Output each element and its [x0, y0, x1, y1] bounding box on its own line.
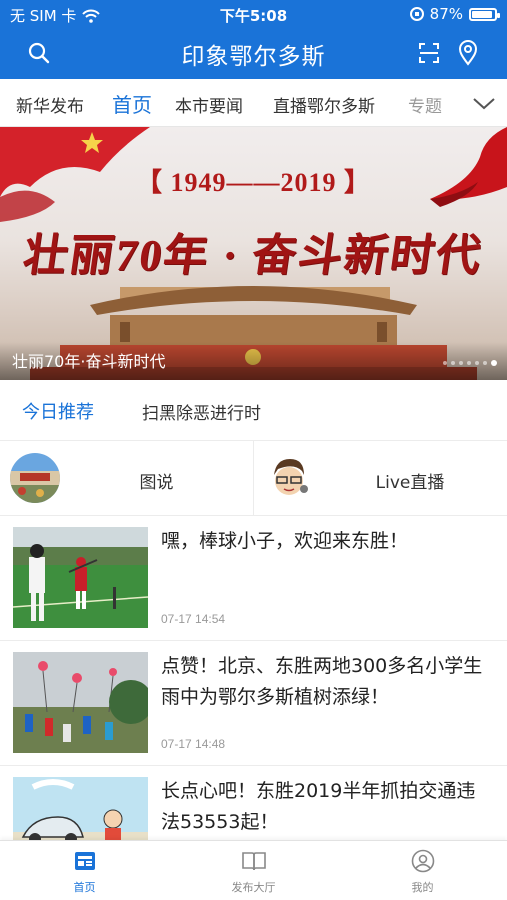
news-item[interactable]: 嘿，棒球小子，欢迎来东胜！ 07-17 14:54 [0, 516, 507, 641]
news-headline: 长点心吧！东胜2019半年抓拍交通违法53553起！ [161, 780, 476, 833]
feature-live[interactable]: Live直播 [253, 441, 506, 515]
photo-thumbnail [10, 453, 60, 503]
news-headline: 点赞！北京、东胜两地300多名小学生雨中为鄂尔多斯植树添绿！ [161, 655, 483, 708]
carousel-dot[interactable] [467, 361, 471, 365]
category-tabs: 新华发布 首页 本市要闻 直播鄂尔多斯 专题 [0, 79, 507, 127]
battery-percent: 87% [429, 5, 463, 23]
news-list: 嘿，棒球小子，欢迎来东胜！ 07-17 14:54 点赞！北京、东胜两地300多… [0, 516, 507, 891]
news-headline: 嘿，棒球小子，欢迎来东胜！ [161, 530, 409, 552]
subtab-anti-crime[interactable]: 扫黑除恶进行时 [142, 399, 261, 424]
bottom-nav: 首页 发布大厅 我的 [0, 840, 507, 900]
news-timestamp: 07-17 14:54 [161, 612, 226, 626]
carousel-indicators [443, 360, 497, 366]
baseball-kids-photo [13, 527, 148, 628]
profile-icon [411, 849, 435, 873]
feature-cards: 图说 Live直播 [0, 440, 507, 516]
carousel-dot[interactable] [459, 361, 463, 365]
feature-label: 图说 [139, 473, 174, 493]
news-item[interactable]: 点赞！北京、东胜两地300多名小学生雨中为鄂尔多斯植树添绿！ 07-17 14:… [0, 641, 507, 766]
banner-years: 【 1949——2019 】 [135, 168, 371, 197]
chevron-down-icon[interactable] [471, 91, 497, 115]
news-timestamp: 07-17 14:48 [161, 737, 226, 751]
tab-topics[interactable]: 专题 [408, 92, 442, 117]
tab-city-news[interactable]: 本市要闻 [175, 92, 243, 117]
feature-label: Live直播 [375, 473, 445, 493]
tree-planting-photo [13, 652, 148, 753]
carousel-dot[interactable] [475, 361, 479, 365]
carousel-dot[interactable] [483, 361, 487, 365]
carousel-dot[interactable] [451, 361, 455, 365]
nav-publish-hall[interactable]: 发布大厅 [169, 841, 338, 900]
app-root: 无 SIM 卡 下午5:08 87% 印象鄂尔多斯 新华发布 首页 本市要闻 直… [0, 0, 507, 900]
status-right: 87% [409, 5, 500, 23]
banner-slogan: 壮丽70年 · 奋斗新时代 [20, 231, 486, 280]
tab-live-ordos[interactable]: 直播鄂尔多斯 [273, 92, 375, 117]
nav-label: 发布大厅 [231, 881, 276, 894]
battery-icon [469, 7, 500, 21]
subtab-today-picks[interactable]: 今日推荐 [22, 398, 94, 424]
home-news-icon [75, 852, 95, 870]
book-icon [242, 852, 266, 871]
nav-label: 首页 [73, 881, 96, 894]
app-header: 无 SIM 卡 下午5:08 87% 印象鄂尔多斯 [0, 0, 507, 79]
scan-icon[interactable] [414, 38, 444, 68]
carousel-dot[interactable] [443, 361, 447, 365]
location-icon[interactable] [453, 38, 483, 68]
tab-xinhua[interactable]: 新华发布 [16, 92, 84, 117]
cartoon-avatar [264, 453, 314, 503]
nav-home[interactable]: 首页 [0, 841, 169, 900]
tab-home[interactable]: 首页 [112, 89, 152, 118]
feature-photo-stories[interactable]: 图说 [0, 441, 253, 515]
sub-tabs: 今日推荐 扫黑除恶进行时 [0, 380, 507, 440]
nav-label: 我的 [411, 881, 434, 894]
title-bar: 印象鄂尔多斯 [0, 28, 507, 79]
carousel-dot-active[interactable] [491, 360, 497, 366]
rotation-lock-icon [409, 7, 424, 21]
nav-mine[interactable]: 我的 [338, 841, 507, 900]
banner-carousel[interactable]: 【 1949——2019 】 壮丽70年 · 奋斗新时代 壮丽70年·奋斗新时代 [0, 127, 507, 380]
status-bar: 无 SIM 卡 下午5:08 87% [0, 0, 507, 28]
banner-caption: 壮丽70年·奋斗新时代 [12, 352, 166, 371]
